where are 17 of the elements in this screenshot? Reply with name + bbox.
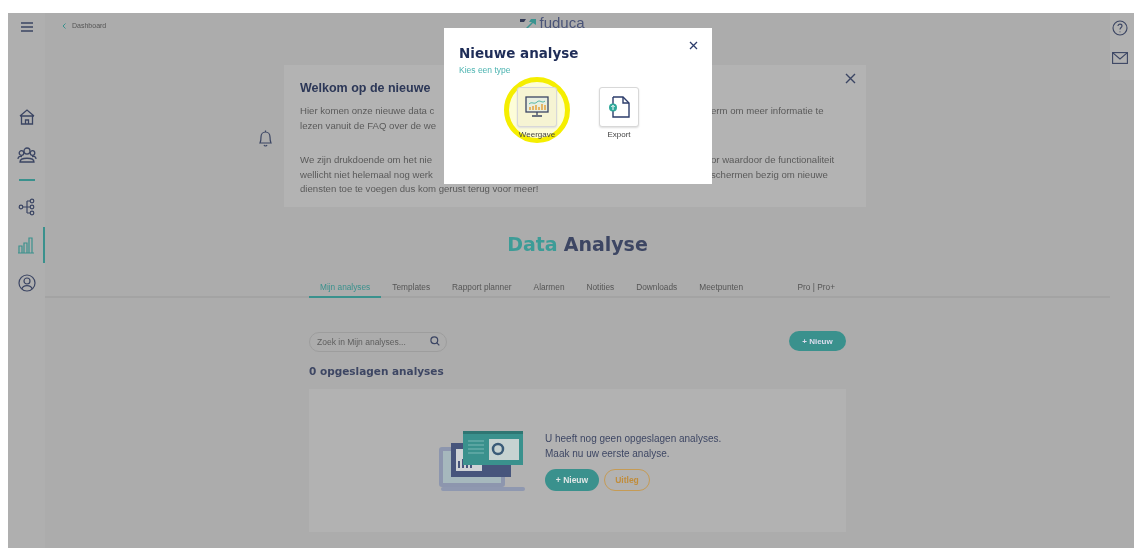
logo-text: fuduca <box>539 15 585 30</box>
welcome-text: Hier komen onze nieuwe data c <box>300 104 436 118</box>
welcome-title: Welkom op de nieuwe <box>300 81 432 95</box>
modal-subtitle: Kies een type <box>459 65 512 75</box>
page-title: Data <box>507 233 558 255</box>
welcome-text: We zijn drukdoende om het nie <box>300 153 434 167</box>
welcome-text: lezen vanuit de FAQ over de we <box>300 118 437 133</box>
welcome-text: wellicht niet helemaal nog werk <box>300 167 434 182</box>
empty-state-text: Maak nu uw eerste analyse. <box>545 446 671 461</box>
empty-state-text: U heeft nog geen opgeslagen analyses. <box>545 431 722 446</box>
modal-title: Nieuwe analyse <box>459 45 580 61</box>
welcome-text: schermen bezig om nieuwe <box>711 167 828 182</box>
page-title: Analyse <box>563 233 648 255</box>
welcome-text: erm om meer informatie te <box>711 104 824 118</box>
type-label: Export <box>607 130 631 139</box>
saved-count-heading: 0 opgeslagen analyses <box>309 365 445 377</box>
welcome-text: diensten toe te voegen dus kom gerust terug voor meer! <box>300 182 540 196</box>
